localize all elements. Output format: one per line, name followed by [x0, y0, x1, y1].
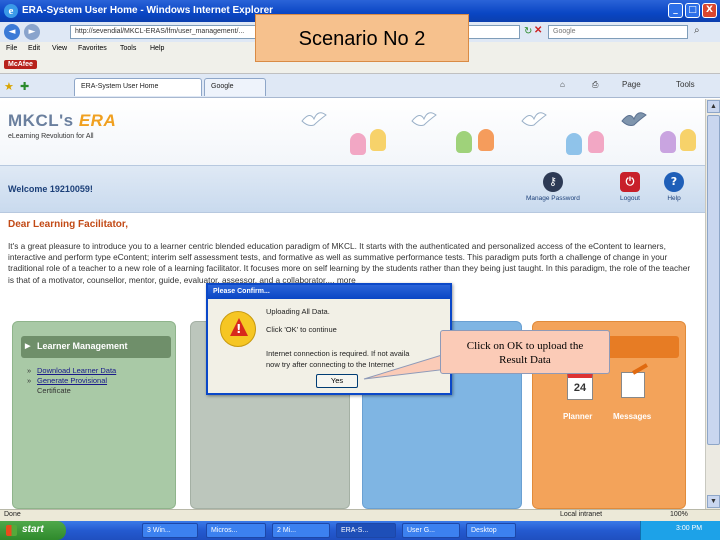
taskbar-item[interactable]: 3 Win... — [142, 523, 198, 538]
learner-links: Download Learner Data Generate Provision… — [27, 366, 167, 396]
logout-button[interactable]: ⏻ Logout — [620, 172, 640, 202]
hand-icon — [680, 129, 696, 151]
close-window-button[interactable]: X — [702, 3, 717, 18]
logo-tagline: eLearning Revolution for All — [8, 133, 94, 140]
help-icon: ? — [664, 172, 684, 192]
taskbar: start 3 Win... Micros... 2 Mi... ERA-S..… — [0, 521, 720, 540]
forward-button[interactable]: ► — [24, 24, 40, 40]
callout-line-2: Result Data — [499, 354, 551, 366]
dove-icon — [411, 112, 437, 126]
hand-icon — [478, 129, 494, 151]
scenario-label: Scenario No 2 — [255, 14, 469, 62]
clock: 3:00 PM — [676, 525, 703, 532]
minimize-button[interactable]: _ — [668, 3, 683, 18]
hand-icon — [660, 131, 676, 153]
logo-era: ERA — [78, 111, 117, 130]
greeting-heading: Dear Learning Facilitator, — [8, 219, 129, 230]
windows-logo-icon — [6, 525, 17, 536]
home-icon[interactable]: ⌂ — [560, 80, 565, 89]
learner-management-title: Learner Management — [37, 341, 128, 351]
scroll-down-icon[interactable]: ▼ — [707, 495, 720, 508]
hand-icon — [566, 133, 582, 155]
taskbar-item[interactable]: Desktop — [466, 523, 516, 538]
taskbar-item[interactable]: Micros... — [206, 523, 266, 538]
menu-view[interactable]: View — [52, 45, 67, 52]
favorites-star-icon[interactable]: ★ — [4, 80, 14, 93]
search-icon[interactable]: ⌕ — [694, 25, 700, 36]
messages-icon[interactable] — [621, 372, 645, 398]
dialog-line-2: Click 'OK' to continue — [266, 325, 337, 334]
taskbar-item[interactable]: ERA-S... — [336, 523, 396, 538]
download-learner-data-link[interactable]: Download Learner Data — [27, 366, 167, 376]
menu-edit[interactable]: Edit — [28, 45, 40, 52]
menu-file[interactable]: File — [6, 45, 17, 52]
era-logo: MKCL's ERA — [8, 111, 116, 131]
help-button[interactable]: ? Help — [664, 172, 684, 202]
start-label: start — [22, 524, 44, 535]
tab-era-system[interactable]: ERA-System User Home — [74, 78, 202, 96]
planner-link[interactable]: Planner — [563, 412, 592, 421]
logo-text: MKCL's — [8, 111, 79, 130]
welcome-text: Welcome 19210059! — [8, 184, 93, 194]
page-menu[interactable]: Page — [622, 80, 641, 89]
scroll-up-icon[interactable]: ▲ — [707, 100, 720, 113]
welcome-bar: Welcome 19210059! ⚷ Manage Password ⏻ Lo… — [0, 165, 705, 213]
back-button[interactable]: ◄ — [4, 24, 20, 40]
calendar-icon[interactable]: 24 — [567, 372, 593, 400]
tools-menu[interactable]: Tools — [676, 80, 695, 89]
learner-management-header[interactable]: ▶ Learner Management — [21, 336, 171, 358]
taskbar-item[interactable]: 2 Mi... — [272, 523, 330, 538]
logout-label: Logout — [620, 195, 640, 202]
chevron-right-icon: ▶ — [25, 343, 31, 350]
ie-icon: e — [4, 4, 18, 18]
menu-tools[interactable]: Tools — [120, 45, 136, 52]
security-zone: Local intranet — [560, 511, 603, 518]
dove-icon — [301, 112, 327, 126]
tabs-bar: ★ ✚ ERA-System User Home Google ⌂ ⎙ Page… — [0, 74, 720, 98]
status-bar: Done Local intranet 100% — [0, 509, 720, 521]
help-label: Help — [667, 195, 681, 202]
site-banner: MKCL's ERA eLearning Revolution for All — [0, 99, 705, 165]
logout-icon: ⏻ — [620, 172, 640, 192]
key-icon: ⚷ — [542, 172, 563, 192]
search-input[interactable]: Google — [548, 25, 688, 39]
dialog-title: Please Confirm... — [208, 285, 450, 299]
generate-provisional-link[interactable]: Generate Provisional — [27, 376, 167, 386]
yes-button[interactable]: Yes — [316, 374, 358, 388]
mcafee-button[interactable]: McAfee — [4, 60, 37, 69]
status-text: Done — [4, 511, 21, 518]
menu-help[interactable]: Help — [150, 45, 164, 52]
hand-icon — [370, 129, 386, 151]
hand-icon — [350, 133, 366, 155]
start-button[interactable]: start — [0, 521, 66, 540]
manage-password-label: Manage Password — [526, 195, 580, 202]
window-title: ERA-System User Home - Windows Internet … — [22, 5, 274, 16]
intro-paragraph: It's a great pleasure to introduce you t… — [8, 241, 691, 285]
zoom-level[interactable]: 100% — [670, 511, 688, 518]
dove-icon — [521, 112, 547, 126]
taskbar-item[interactable]: User G... — [402, 523, 460, 538]
certificate-text: Certificate — [37, 386, 71, 395]
warning-icon: ! — [220, 311, 256, 347]
stop-icon[interactable]: ✕ — [534, 25, 542, 36]
learner-management-panel: ▶ Learner Management Download Learner Da… — [12, 321, 176, 509]
tab-google[interactable]: Google — [204, 78, 266, 96]
dialog-line-1: Uploading All Data. — [266, 307, 330, 316]
maximize-button[interactable]: □ — [685, 3, 700, 18]
scroll-thumb[interactable] — [707, 115, 720, 445]
callout-pointer — [363, 355, 449, 380]
print-icon[interactable]: ⎙ — [592, 80, 598, 90]
add-favorite-icon[interactable]: ✚ — [20, 80, 29, 93]
hand-icon — [456, 131, 472, 153]
hand-icon — [588, 131, 604, 153]
callout-line-1: Click on OK to upload the — [466, 340, 584, 352]
menu-favorites[interactable]: Favorites — [78, 45, 107, 52]
refresh-icon[interactable]: ↻ — [524, 26, 532, 37]
manage-password-button[interactable]: ⚷ Manage Password — [526, 172, 580, 202]
callout-box: Click on OK to upload the Result Data — [440, 330, 610, 374]
messages-link[interactable]: Messages — [613, 412, 651, 421]
dove-icon — [621, 112, 647, 126]
vertical-scrollbar[interactable]: ▲ ▼ — [705, 99, 720, 509]
